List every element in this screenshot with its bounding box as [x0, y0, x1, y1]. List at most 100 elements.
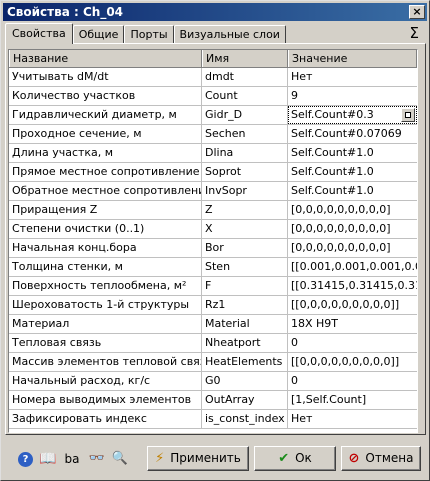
apply-label: Применить — [170, 451, 241, 465]
property-value-cell[interactable]: 0 — [288, 334, 417, 352]
zoom-icon[interactable]: 🔍 — [111, 450, 129, 468]
property-id-cell: Gidr_D — [202, 106, 288, 124]
edit-value-button[interactable] — [401, 108, 415, 122]
property-id-cell: OutArray — [202, 391, 288, 409]
book-icon[interactable]: 📖 — [39, 450, 57, 468]
table-row[interactable]: Учитывать dM/dt dmdt Нет — [9, 68, 417, 87]
property-name-cell: Толщина стенки, м — [9, 258, 202, 276]
property-name-cell: Массив элементов тепловой связи — [9, 353, 202, 371]
table-row[interactable]: Тепловая связь Nheatport 0 — [9, 334, 417, 353]
cancel-button[interactable]: ⊘ Отмена — [341, 446, 421, 471]
binoculars-icon[interactable]: 👓 — [88, 450, 106, 468]
sigma-icon[interactable]: Σ — [410, 23, 419, 43]
property-name-cell: Длина участка, м — [9, 144, 202, 162]
table-row[interactable]: Гидравлический диаметр, м Gidr_D Self.Coun… — [9, 106, 417, 125]
property-id-cell: Material — [202, 315, 288, 333]
table-row[interactable]: Массив элементов тепловой связи HeatEleme… — [9, 353, 417, 372]
ok-label: Ок — [295, 451, 312, 465]
property-value-cell[interactable]: Self.Count#1.0 — [288, 182, 417, 200]
property-name-cell: Проходное сечение, м — [9, 125, 202, 143]
property-value-cell[interactable]: [[0.31415,0.31415,0.31415] — [288, 277, 417, 295]
table-row[interactable]: Приращения Z Z [0,0,0,0,0,0,0,0,0] — [9, 201, 417, 220]
property-name-cell: Начальная конц.бора — [9, 239, 202, 257]
value-text: Self.Count#0.3 — [291, 108, 374, 121]
table-row[interactable]: Материал Material 18Х Н9Т — [9, 315, 417, 334]
property-id-cell: is_const_index — [202, 410, 288, 428]
table-row[interactable]: Толщина стенки, м Sten [[0.001,0.001,0.001… — [9, 258, 417, 277]
property-name-cell: Номера выводимых элементов — [9, 391, 202, 409]
property-value-cell[interactable]: Нет — [288, 410, 417, 428]
bottom-toolbar: ? 📖 ba 👓 🔍 ⚡ Применить ✔ Ок ⊘ Отмена — [1, 441, 430, 481]
property-id-cell: Count — [202, 87, 288, 105]
property-value-cell[interactable]: 18Х Н9Т — [288, 315, 417, 333]
cancel-icon: ⊘ — [348, 451, 360, 466]
property-name-cell: Учитывать dM/dt — [9, 68, 202, 86]
ba-icon[interactable]: ba — [63, 450, 81, 468]
close-button[interactable]: × — [409, 5, 425, 19]
table-row[interactable]: Прямое местное сопротивление Soprot Self.C… — [9, 163, 417, 182]
help-icon[interactable]: ? — [18, 452, 33, 467]
table-row[interactable]: Шероховатость 1-й структуры Rz1 [[0,0,0,0,… — [9, 296, 417, 315]
property-name-cell: Поверхность теплообмена, м² — [9, 277, 202, 295]
property-name-cell: Гидравлический диаметр, м — [9, 106, 202, 124]
property-name-cell: Приращения Z — [9, 201, 202, 219]
window-title: Свойства : Ch_04 — [7, 5, 124, 19]
property-value-cell[interactable]: 9 — [288, 87, 417, 105]
property-value-cell[interactable]: [0,0,0,0,0,0,0,0,0] — [288, 201, 417, 219]
property-value-cell[interactable]: Self.Count#1.0 — [288, 144, 417, 162]
header-value[interactable]: Значение — [288, 50, 417, 67]
property-name-cell: Обратное местное сопротивление — [9, 182, 202, 200]
property-name-cell: Начальный расход, кг/с — [9, 372, 202, 390]
apply-button[interactable]: ⚡ Применить — [147, 446, 249, 471]
property-id-cell: X — [202, 220, 288, 238]
tab-properties[interactable]: Свойства — [5, 23, 73, 44]
property-name-cell: Шероховатость 1-й структуры — [9, 296, 202, 314]
property-id-cell: G0 — [202, 372, 288, 390]
property-id-cell: HeatElements — [202, 353, 288, 371]
property-value-cell[interactable]: [[0,0,0,0,0,0,0,0,0]] — [288, 353, 417, 371]
property-id-cell: Nheatport — [202, 334, 288, 352]
tab-general[interactable]: Общие — [72, 25, 125, 44]
property-id-cell: Bor — [202, 239, 288, 257]
cancel-label: Отмена — [365, 451, 414, 465]
table-row[interactable]: Степени очистки (0..1) X [0,0,0,0,0,0,0,0,… — [9, 220, 417, 239]
property-value-cell[interactable]: Self.Count#1.0 — [288, 163, 417, 181]
property-name-cell: Материал — [9, 315, 202, 333]
ok-button[interactable]: ✔ Ок — [254, 446, 336, 471]
title-bar[interactable]: Свойства : Ch_04 × — [3, 3, 427, 21]
tab-strip: Свойства Общие Порты Визуальные слои — [5, 23, 286, 44]
property-value-cell[interactable]: [[0.001,0.001,0.001,0.001] — [288, 258, 417, 276]
table-row[interactable]: Начальный расход, кг/с G0 0 — [9, 372, 417, 391]
tab-visual-layers[interactable]: Визуальные слои — [173, 25, 286, 44]
header-id[interactable]: Имя — [202, 50, 288, 67]
property-id-cell: Soprot — [202, 163, 288, 181]
properties-window: Свойства : Ch_04 × Свойства Общие Порты … — [0, 0, 430, 481]
property-name-cell: Степени очистки (0..1) — [9, 220, 202, 238]
table-row[interactable]: Начальная конц.бора Bor [0,0,0,0,0,0,0,0,0… — [9, 239, 417, 258]
header-name[interactable]: Название — [9, 50, 202, 67]
table-row[interactable]: Поверхность теплообмена, м² F [[0.31415,0.… — [9, 277, 417, 296]
table-row[interactable]: Обратное местное сопротивление InvSopr Sel… — [9, 182, 417, 201]
table-row[interactable]: Количество участков Count 9 — [9, 87, 417, 106]
property-value-cell[interactable]: Self.Count#0.07069 — [288, 125, 417, 143]
table-row[interactable]: Длина участка, м Dlina Self.Count#1.0 — [9, 144, 417, 163]
property-id-cell: F — [202, 277, 288, 295]
property-name-cell: Тепловая связь — [9, 334, 202, 352]
property-value-cell[interactable]: Self.Count#0.3 — [288, 106, 417, 124]
property-value-cell[interactable]: [0,0,0,0,0,0,0,0,0] — [288, 220, 417, 238]
property-id-cell: Sechen — [202, 125, 288, 143]
property-value-cell[interactable]: Нет — [288, 68, 417, 86]
property-value-cell[interactable]: [[0,0,0,0,0,0,0,0,0]] — [288, 296, 417, 314]
tab-ports[interactable]: Порты — [124, 25, 174, 44]
grid-header: Название Имя Значение — [9, 50, 417, 68]
property-value-cell[interactable]: [1,Self.Count] — [288, 391, 417, 409]
property-id-cell: InvSopr — [202, 182, 288, 200]
property-value-cell[interactable]: [0,0,0,0,0,0,0,0,0] — [288, 239, 417, 257]
table-row[interactable]: Зафиксировать индекс is_const_index Нет — [9, 410, 417, 429]
property-id-cell: Dlina — [202, 144, 288, 162]
property-value-cell[interactable]: 0 — [288, 372, 417, 390]
property-name-cell: Зафиксировать индекс — [9, 410, 202, 428]
table-row[interactable]: Номера выводимых элементов OutArray [1,Sel… — [9, 391, 417, 410]
properties-grid[interactable]: Название Имя Значение Учитывать dM/dt dmd… — [8, 49, 418, 433]
table-row[interactable]: Проходное сечение, м Sechen Self.Count#0.0… — [9, 125, 417, 144]
